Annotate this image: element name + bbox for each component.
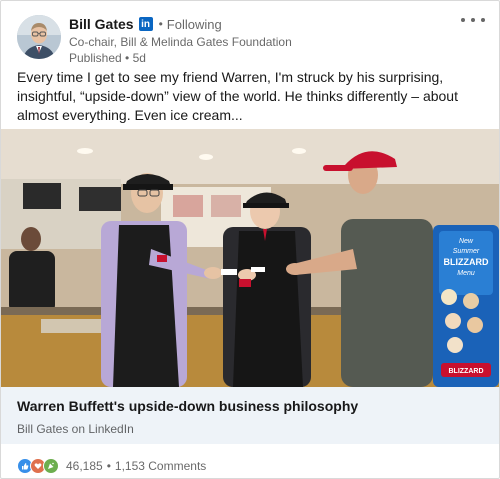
published-time: Published • 5d bbox=[69, 51, 146, 65]
celebrate-icon bbox=[43, 458, 59, 474]
more-dot bbox=[481, 18, 485, 22]
article-title[interactable]: Warren Buffett's upside-down business ph… bbox=[17, 398, 358, 414]
reaction-icons[interactable] bbox=[17, 458, 59, 474]
separator-dot: • bbox=[106, 459, 111, 473]
reactions-count[interactable]: 46,185 bbox=[66, 459, 103, 473]
following-status[interactable]: Following bbox=[167, 17, 222, 32]
comments-count[interactable]: 1,153 Comments bbox=[115, 459, 206, 473]
author-headline: Co-chair, Bill & Melinda Gates Foundatio… bbox=[69, 35, 292, 49]
more-dot bbox=[471, 18, 475, 22]
avatar-photo bbox=[17, 15, 61, 59]
article-photo: New Summer BLIZZARD Menu BLIZZARD bbox=[1, 129, 499, 387]
article-image[interactable]: New Summer BLIZZARD Menu BLIZZARD bbox=[1, 129, 499, 387]
author-name[interactable]: Bill Gates bbox=[69, 16, 134, 32]
author-name-row: Bill Gates in • Following bbox=[69, 14, 292, 34]
sign-text-menu: Menu bbox=[457, 270, 475, 277]
article-link[interactable]: Warren Buffett's upside-down business ph… bbox=[1, 387, 499, 444]
author-avatar[interactable] bbox=[17, 15, 61, 59]
more-options-icon[interactable] bbox=[461, 13, 485, 27]
sign-text-blizzard: BLIZZARD bbox=[444, 257, 489, 267]
more-dot bbox=[461, 18, 465, 22]
social-counts: 46,185 • 1,153 Comments bbox=[17, 458, 206, 474]
separator-dot: • bbox=[158, 17, 163, 31]
linkedin-icon: in bbox=[138, 17, 153, 31]
post-text: Every time I get to see my friend Warren… bbox=[17, 69, 458, 123]
feed-post-card: Bill Gates in • Following Co-chair, Bill… bbox=[0, 0, 500, 479]
sign-text-blizzard-bottom: BLIZZARD bbox=[449, 368, 484, 375]
article-source: Bill Gates on LinkedIn bbox=[17, 422, 134, 436]
sign-text-new: New bbox=[459, 238, 474, 245]
author-meta: Bill Gates in • Following Co-chair, Bill… bbox=[69, 14, 292, 65]
sign-text-summer: Summer bbox=[453, 248, 480, 255]
post-header: Bill Gates in • Following Co-chair, Bill… bbox=[17, 13, 485, 65]
